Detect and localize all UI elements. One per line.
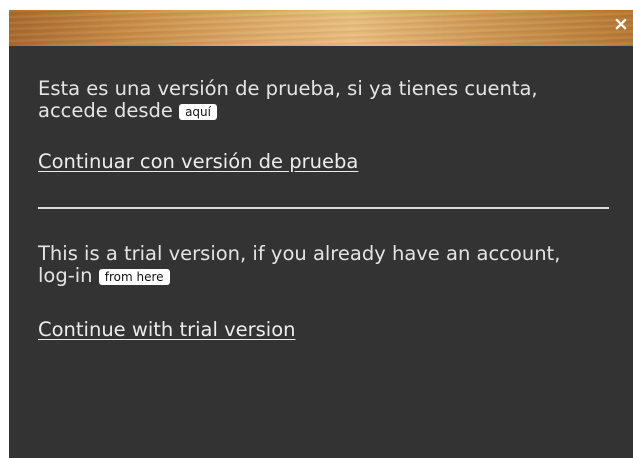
english-login-button[interactable]: from here xyxy=(98,269,170,285)
english-continue-trial-link[interactable]: Continue with trial version xyxy=(38,318,296,341)
spanish-continue-trial-link[interactable]: Continuar con versión de prueba xyxy=(38,150,358,173)
close-icon[interactable]: × xyxy=(611,14,631,34)
spanish-login-button[interactable]: aquí xyxy=(179,104,217,120)
trial-dialog: × Esta es una versión de prueba, si ya t… xyxy=(9,10,633,458)
spanish-message-text: Esta es una versión de prueba, si ya tie… xyxy=(38,77,538,122)
english-trial-message: This is a trial version, if you already … xyxy=(38,243,598,287)
divider xyxy=(38,207,609,209)
wood-header-bar: × xyxy=(9,10,633,46)
spanish-trial-message: Esta es una versión de prueba, si ya tie… xyxy=(38,78,598,122)
